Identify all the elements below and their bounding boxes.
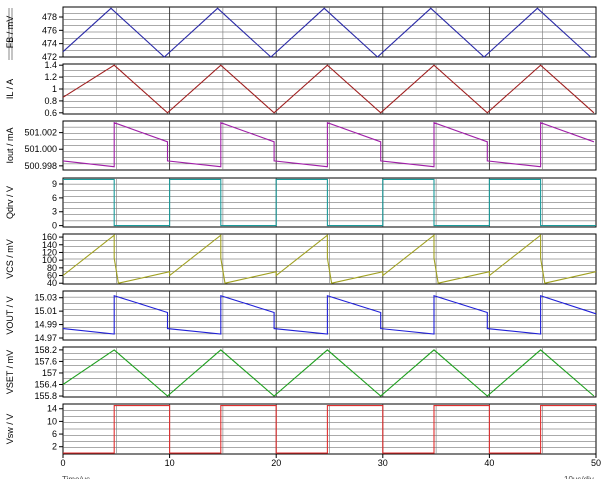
y-tick-label: 1.4 (44, 60, 57, 70)
y-tick-label: 2 (52, 442, 57, 452)
y-axis-label: VCS / mV (5, 239, 15, 279)
y-tick-label: 158.2 (34, 345, 57, 355)
y-tick-label: 474 (42, 39, 57, 49)
x-scale-label: 10us/div (564, 475, 594, 479)
y-axis-label: IL / A (5, 79, 15, 99)
signal-panel: 500.998 501.000 501.002 Iout / mA (5, 120, 597, 171)
y-tick-label: 6 (52, 193, 57, 203)
y-axis-label: Iout / mA (5, 127, 15, 163)
y-tick-label: 157.6 (34, 356, 57, 366)
y-tick-label: 15.03 (34, 293, 57, 303)
signal-panel: 155.8156.4 157 157.6158.2 VSET / mV (5, 345, 597, 401)
y-tick-label: 9 (52, 179, 57, 189)
x-tick-label: 20 (271, 458, 281, 468)
y-axis-label: Qdrv / V (5, 186, 15, 219)
y-axis-label: FB / mV (5, 16, 15, 49)
y-axis-label: VOUT / V (5, 296, 15, 334)
y-tick-label: 0.6 (44, 108, 57, 118)
y-tick-label: 14.99 (34, 320, 57, 330)
y-tick-label: 15.01 (34, 306, 57, 316)
y-tick-label: 14 (47, 404, 57, 414)
signal-panel: 472474476478FB / mV (5, 6, 597, 62)
y-tick-label: 500.998 (24, 161, 57, 171)
x-axis-label: Time/us (62, 475, 90, 479)
signal-panel: 406080100120140160VCS / mV (5, 232, 597, 288)
x-tick-label: 0 (60, 458, 65, 468)
time-axis: 0 10 20 30 40 50 Time/us 10us/div (60, 454, 601, 479)
y-tick-label: 156.4 (34, 380, 57, 390)
y-tick-label: 501.002 (24, 128, 57, 138)
oscilloscope-plot: 472474476478FB / mV0.60.811.21.4IL / A50… (5, 6, 601, 479)
y-tick-label: 0 (52, 221, 57, 231)
signal-panels: 472474476478FB / mV0.60.811.21.4IL / A50… (5, 6, 597, 455)
signal-panel: 0.6 0.8 1 1.2 1.4 IL / A (5, 60, 597, 118)
y-axis-label: VSET / mV (5, 350, 15, 394)
y-tick-label: 14.97 (34, 333, 57, 343)
x-tick-label: 30 (378, 458, 388, 468)
y-tick-label: 501.000 (24, 144, 57, 154)
x-tick-label: 10 (165, 458, 175, 468)
signal-panel: 2 6 10 14 Vsw / V (5, 403, 597, 455)
y-tick-label: 160 (42, 232, 57, 242)
x-tick-label: 50 (591, 458, 601, 468)
y-tick-label: 3 (52, 207, 57, 217)
y-tick-label: 0.8 (44, 96, 57, 106)
y-tick-label: 1.2 (44, 72, 57, 82)
y-tick-label: 10 (47, 416, 57, 426)
y-tick-label: 155.8 (34, 391, 57, 401)
signal-panel: 14.97 14.99 15.01 15.03 VOUT / V (5, 290, 597, 343)
y-tick-label: 476 (42, 25, 57, 35)
y-tick-label: 6 (52, 429, 57, 439)
signal-panel: 0 3 6 9 Qdrv / V (5, 177, 597, 231)
y-tick-label: 1 (52, 84, 57, 94)
x-tick-label: 40 (484, 458, 494, 468)
y-tick-label: 157 (42, 368, 57, 378)
y-axis-label: Vsw / V (5, 414, 15, 445)
y-tick-label: 478 (42, 12, 57, 22)
